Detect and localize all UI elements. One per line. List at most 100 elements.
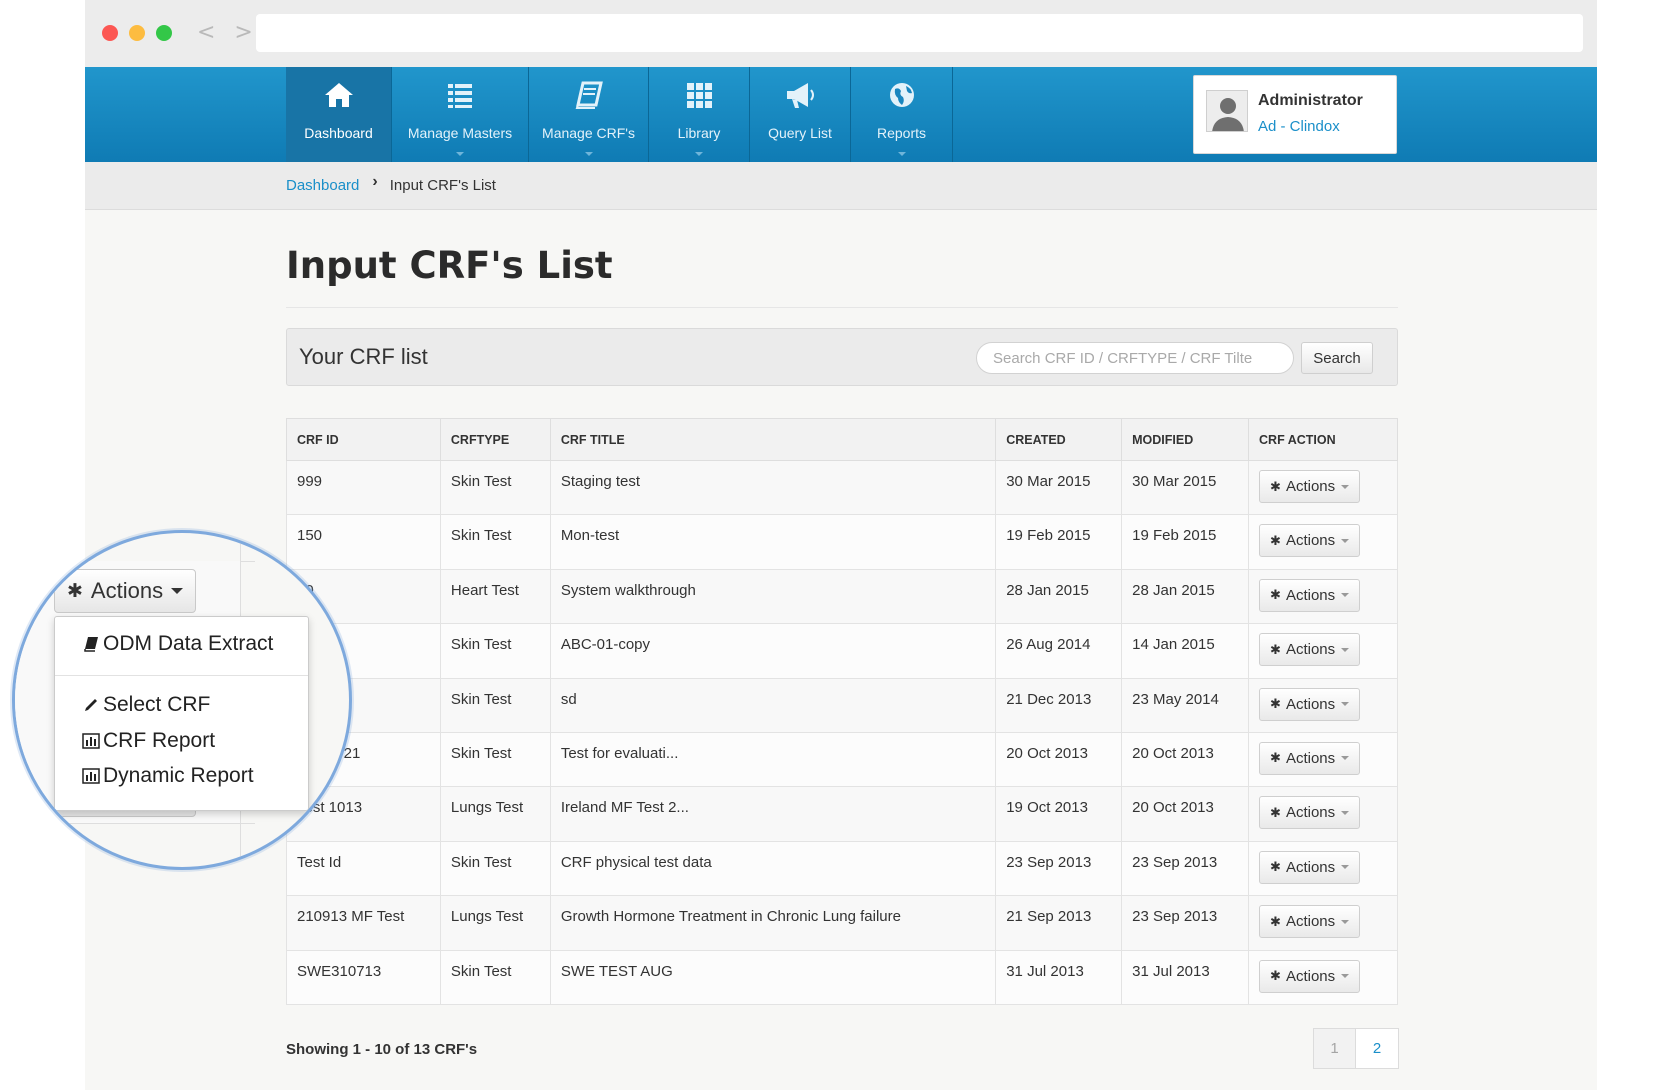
megaphone-icon [787,83,814,108]
minimize-window-dot[interactable] [129,25,145,41]
column-header-created[interactable]: CREATED [995,418,1123,461]
cell-modified: 23 May 2014 [1121,677,1250,733]
menu-item-label: Dynamic Report [103,764,254,787]
column-header-crftype[interactable]: CRFTYPE [439,418,551,461]
chevron-down-icon [695,152,703,156]
actions-button[interactable]: ✱ Actions [1259,959,1361,993]
gear-icon: ✱ [1270,478,1281,494]
caret-down-icon [1341,702,1350,707]
cell-crftype: Lungs Test [439,786,551,842]
cell-crf-title: ABC-01-copy [549,623,997,679]
actions-button[interactable]: ✱ Actions [1259,796,1361,830]
caret-down-icon [171,588,184,594]
table-row: Skin Test sd 21 Dec 2013 23 May 2014 ✱ Action… [286,677,1398,733]
breadcrumb-dashboard-link[interactable]: Dashboard [286,177,359,194]
cell-crf-title: sd [549,677,997,733]
search-input[interactable] [976,342,1294,374]
gear-icon: ✱ [67,580,83,602]
page-1-button[interactable]: 1 [1313,1028,1356,1069]
cell-modified: 19 Feb 2015 [1121,514,1250,570]
table-row: Test Id Skin Test CRF physical test data 23… [286,840,1398,897]
user-profile-box[interactable]: Administrator Ad - Clindox [1193,75,1397,154]
menu-item-select-crf[interactable]: Select CRF [81,693,210,717]
cell-crf-title: CRF physical test data [549,840,997,897]
cell-created: 23 Sep 2013 [995,840,1123,897]
cell-created: 21 Sep 2013 [995,895,1123,951]
gear-icon: ✱ [1270,587,1281,603]
caret-down-icon [1341,538,1350,543]
column-header-crf-id[interactable]: CRF ID [286,418,441,461]
cell-modified: 30 Mar 2015 [1121,459,1250,516]
table-row: F Mon 21Skin TestTest for evaluati...20 … [286,731,1398,788]
cell-created: 19 Feb 2015 [995,514,1123,570]
table-row: 150 Skin Test Mon-test 19 Feb 2015 19 Feb 20… [286,514,1398,570]
breadcrumb-current: Input CRF's List [389,176,496,194]
cell-crf-action: ✱ Actions [1248,786,1398,842]
panel-title: Your CRF list [299,344,428,369]
gear-icon: ✱ [1270,696,1281,712]
actions-button[interactable]: ✱ Actions [1259,905,1361,939]
nav-label: Library [677,125,721,141]
table-row: stSkin TestABC-01-copy26 Aug 201414 Jan … [286,623,1398,679]
actions-label: Actions [1285,532,1336,550]
column-header-crf-title[interactable]: CRF TITLE [549,418,997,461]
cell-modified: 14 Jan 2015 [1121,623,1250,679]
maximize-window-dot[interactable] [156,25,172,41]
nav-item-manage-masters[interactable]: Manage Masters [392,67,529,162]
actions-button[interactable]: ✱ Actions [1259,850,1361,884]
gear-icon: ✱ [1270,532,1281,548]
zoom-actions-button[interactable]: ✱ Actions [54,569,197,613]
cell-crftype: Skin Test [439,514,551,570]
cell-crf-title: Ireland MF Test 2... [549,786,997,842]
cell-modified: 20 Oct 2013 [1121,786,1250,842]
cell-crf-action: ✱ Actions [1248,677,1398,733]
page-title: Input CRF's List [286,244,613,287]
actions-button[interactable]: ✱ Actions [1259,741,1361,775]
caret-down-icon [1341,593,1350,598]
cell-created: 19 Oct 2013 [995,786,1123,842]
browser-nav-arrows[interactable]: < > [197,20,259,45]
close-window-dot[interactable] [102,25,118,41]
nav-item-query-list[interactable]: Query List [750,67,851,162]
book-icon [81,636,101,652]
caret-down-icon [1341,919,1350,924]
cell-crftype: Lungs Test [439,895,551,951]
column-header-modified[interactable]: MODIFIED [1121,418,1250,461]
crf-list-panel: Your CRF list Search [286,328,1398,386]
nav-label: Query List [768,125,832,141]
crf-table: CRF ID CRFTYPE CRF TITLE CREATED MODIFIE… [286,418,1398,1005]
nav-item-reports[interactable]: Reports [851,67,953,162]
nav-item-dashboard[interactable]: Dashboard [286,67,392,162]
nav-item-library[interactable]: Library [649,67,750,162]
nav-label: Manage Masters [407,125,513,141]
pencil-icon [81,697,101,713]
actions-label: Actions [1285,749,1336,767]
gear-icon: ✱ [1270,804,1281,820]
user-role-link[interactable]: Ad - Clindox [1258,118,1340,135]
cell-crf-action: ✱ Actions [1248,731,1398,788]
search-button[interactable]: Search [1301,342,1373,374]
page-2-button[interactable]: 2 [1356,1028,1399,1069]
actions-button[interactable]: ✱ Actions [1259,470,1361,503]
zoom-callout: ✱ Actions ✱ Actions ODM Data Extract Sel… [12,530,352,870]
nav-label: Manage CRF's [542,125,635,141]
actions-button[interactable]: ✱ Actions [1259,524,1361,558]
cell-crf-id: 999 [286,459,441,516]
cell-crf-title: Mon-test [549,514,997,570]
zoom-grid-line [15,823,255,824]
chevron-down-icon [456,152,464,156]
bar-chart-icon [81,733,101,749]
actions-button[interactable]: ✱ Actions [1259,578,1361,612]
table-row: 00Heart TestSystem walkthrough28 Jan 201… [286,568,1398,625]
actions-button[interactable]: ✱ Actions [1259,687,1361,721]
cell-crf-title: Staging test [549,459,997,516]
cell-crf-title: Growth Hormone Treatment in Chronic Lung… [549,895,997,951]
menu-item-dynamic-report[interactable]: Dynamic Report [81,764,254,788]
url-bar[interactable] [256,14,1583,52]
cell-created: 21 Dec 2013 [995,677,1123,733]
nav-item-manage-crfs[interactable]: Manage CRF's [529,67,649,162]
menu-item-odm-data-extract[interactable]: ODM Data Extract [81,632,273,656]
menu-item-crf-report[interactable]: CRF Report [81,729,215,753]
gear-icon: ✱ [1270,859,1281,875]
actions-button[interactable]: ✱ Actions [1259,633,1361,667]
